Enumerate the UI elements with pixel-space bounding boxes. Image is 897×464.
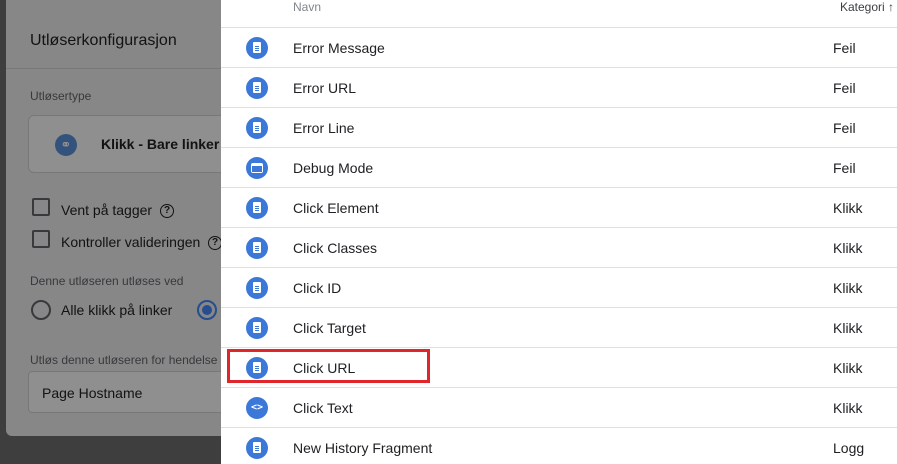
fire-when-label: Utløs denne utløseren for hendelse	[30, 353, 218, 367]
check-validation-checkbox[interactable]	[32, 230, 50, 248]
document-icon	[246, 277, 268, 299]
window-icon	[246, 157, 268, 179]
variable-row[interactable]: Error URL Feil	[221, 68, 897, 108]
wait-for-tags-label: Vent på tagger	[61, 202, 153, 218]
variable-row[interactable]: Click URL Klikk	[221, 348, 897, 388]
variable-picker: Navn Kategori ↑ Error Message Feil Error U…	[221, 0, 897, 464]
variable-row[interactable]: Click Target Klikk	[221, 308, 897, 348]
document-icon	[246, 197, 268, 219]
sort-arrow-icon: ↑	[888, 0, 895, 14]
trigger-type-label: Utløsertype	[30, 89, 92, 103]
variable-name: Click Classes	[293, 240, 378, 256]
document-icon	[246, 437, 268, 459]
variable-row[interactable]: New History Fragment Logg	[221, 428, 897, 464]
variable-row[interactable]: Debug Mode Feil	[221, 148, 897, 188]
variable-name: Click URL	[293, 360, 356, 376]
document-icon	[246, 357, 268, 379]
variable-category: Feil	[833, 40, 856, 56]
variable-name: Click ID	[293, 280, 342, 296]
trigger-configuration-panel: Utløserkonfigurasjon Utløsertype ⚭ Klikk…	[6, 0, 258, 436]
variable-category: Klikk	[833, 400, 863, 416]
variable-row[interactable]: <> Click Text Klikk	[221, 388, 897, 428]
condition-variable-value: Page Hostname	[42, 385, 143, 401]
trigger-type-value: Klikk - Bare linker	[101, 136, 220, 152]
check-validation-label: Kontroller valideringen	[61, 234, 201, 250]
variable-name: Click Element	[293, 200, 379, 216]
all-link-clicks-label: Alle klikk på linker	[61, 302, 173, 318]
variable-row[interactable]: Error Line Feil	[221, 108, 897, 148]
table-header: Navn Kategori ↑	[221, 0, 897, 28]
variable-name: New History Fragment	[293, 440, 433, 456]
panel-title: Utløserkonfigurasjon	[30, 32, 177, 49]
document-icon	[246, 77, 268, 99]
link-icon: ⚭	[55, 134, 77, 156]
column-header-category-label: Kategori	[840, 0, 885, 14]
all-link-clicks-radio[interactable]	[31, 300, 51, 320]
variable-name: Click Text	[293, 400, 353, 416]
code-icon: <>	[246, 397, 268, 419]
column-header-name[interactable]: Navn	[293, 0, 321, 14]
divider	[6, 68, 246, 69]
variable-name: Error Line	[293, 120, 355, 136]
wait-for-tags-checkbox[interactable]	[32, 198, 50, 216]
help-icon[interactable]: ?	[208, 236, 222, 250]
variable-category: Klikk	[833, 320, 863, 336]
variable-category: Feil	[833, 120, 856, 136]
variable-row[interactable]: Click Classes Klikk	[221, 228, 897, 268]
column-header-category[interactable]: Kategori ↑	[840, 0, 894, 14]
variable-row[interactable]: Error Message Feil	[221, 28, 897, 68]
document-icon	[246, 317, 268, 339]
variable-category: Feil	[833, 160, 856, 176]
variable-name: Click Target	[293, 320, 366, 336]
document-icon	[246, 37, 268, 59]
variable-name: Debug Mode	[293, 160, 374, 176]
fires-on-label: Denne utløseren utløses ved	[30, 274, 184, 288]
variable-category: Klikk	[833, 360, 863, 376]
variable-row[interactable]: Click Element Klikk	[221, 188, 897, 228]
variable-name: Error Message	[293, 40, 385, 56]
help-icon[interactable]: ?	[160, 204, 174, 218]
variable-name: Error URL	[293, 80, 357, 96]
variable-category: Klikk	[833, 280, 863, 296]
variable-category: Klikk	[833, 240, 863, 256]
some-link-clicks-radio[interactable]	[197, 300, 217, 320]
document-icon	[246, 117, 268, 139]
variable-category: Logg	[833, 440, 865, 456]
document-icon	[246, 237, 268, 259]
variable-category: Klikk	[833, 200, 863, 216]
variable-category: Feil	[833, 80, 856, 96]
variable-row[interactable]: Click ID Klikk	[221, 268, 897, 308]
